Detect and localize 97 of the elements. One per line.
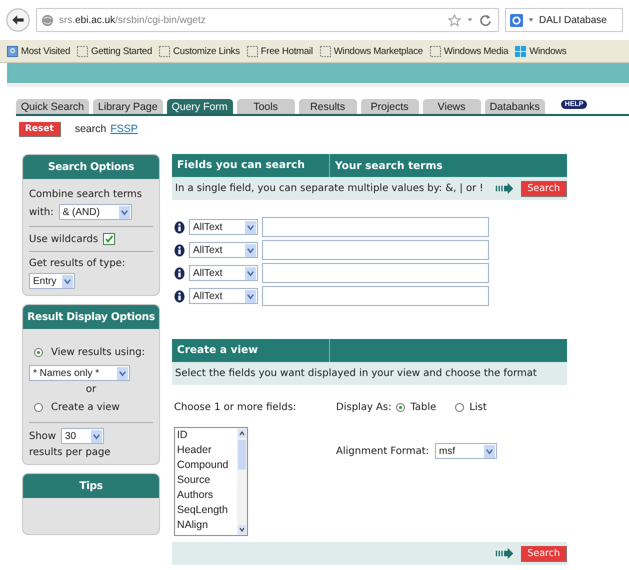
option-label: Combine search terms: [29, 189, 143, 200]
option-label: View results using:: [51, 347, 145, 358]
wildcards-checkbox[interactable]: [103, 233, 116, 245]
folder-icon: [7, 46, 18, 56]
hint-text: Select the fields you want displayed in your view and choose the format: [175, 368, 537, 379]
radio-button[interactable]: [34, 403, 43, 412]
chevron-down-icon[interactable]: [245, 244, 256, 256]
field-select[interactable]: AllText: [189, 242, 258, 258]
display-as-label: Display As:: [336, 402, 392, 413]
search-button[interactable]: Search: [521, 180, 567, 196]
option-label: Show: [29, 430, 56, 442]
field-select[interactable]: AllText: [189, 219, 258, 235]
arrow-icon: [495, 183, 516, 194]
view-select[interactable]: * Names only *: [29, 365, 130, 381]
list-option[interactable]: ID: [177, 428, 237, 443]
radio-button[interactable]: [455, 403, 464, 412]
option-label: Get results of type:: [29, 258, 126, 269]
page-icon: [77, 46, 88, 56]
search-label: search: [74, 123, 106, 135]
search-term-field[interactable]: [262, 240, 489, 260]
dropdown-icon[interactable]: [466, 16, 474, 24]
format-select[interactable]: msf: [435, 443, 498, 459]
scrollbar[interactable]: [237, 428, 247, 535]
dropdown-icon[interactable]: [527, 16, 535, 24]
arrow-icon: [495, 548, 516, 559]
info-icon[interactable]: [174, 290, 185, 302]
search-engine-icon[interactable]: [510, 14, 523, 26]
or-label: or: [84, 384, 98, 395]
nav-tab[interactable]: Views: [422, 99, 481, 114]
chevron-down-icon[interactable]: [90, 430, 102, 442]
page-icon: [159, 46, 170, 56]
panel-title: Result Display Options: [23, 305, 159, 329]
back-button[interactable]: [6, 8, 30, 32]
panel-title: Search Options: [23, 155, 159, 179]
result-type-select[interactable]: Entry: [29, 273, 75, 289]
list-option[interactable]: Header: [177, 443, 237, 458]
star-icon[interactable]: [448, 14, 461, 26]
chevron-down-icon[interactable]: [245, 220, 256, 234]
bookmark[interactable]: Free Hotmail: [246, 46, 313, 56]
page-icon: [320, 46, 331, 56]
list-option[interactable]: SeqLength: [177, 503, 237, 518]
url-text[interactable]: srs.ebi.ac.uk/srsbin/cgi-bin/wgetz: [59, 14, 206, 26]
info-icon[interactable]: [174, 266, 185, 280]
bookmark[interactable]: Windows Media: [430, 46, 508, 56]
search-term-field[interactable]: [262, 263, 489, 283]
page-icon: [430, 46, 441, 56]
alignment-label: Alignment Format:: [336, 446, 430, 456]
search-term-field[interactable]: [262, 286, 489, 306]
list-option[interactable]: Authors: [177, 488, 237, 503]
page-icon: [246, 46, 258, 56]
field-select[interactable]: AllText: [189, 288, 258, 304]
nav-tab[interactable]: Projects: [360, 99, 419, 114]
hint-text: In a single field, you can separate multiple values by: &, | or !: [175, 183, 484, 194]
combine-select[interactable]: & (AND): [58, 204, 132, 220]
globe-icon: [41, 14, 54, 26]
info-icon[interactable]: [174, 244, 185, 256]
bookmark[interactable]: Windows: [515, 46, 566, 56]
nav-tab[interactable]: Databanks: [484, 99, 545, 114]
info-icon[interactable]: [174, 220, 185, 234]
reset-button[interactable]: Reset: [19, 122, 61, 136]
nav-tab[interactable]: Query Form: [166, 99, 233, 114]
fields-listbox[interactable]: ID Header Compound Source Authors SeqLength NAlign: [174, 427, 248, 536]
radio-button[interactable]: [396, 403, 406, 412]
chevron-down-icon[interactable]: [118, 206, 130, 218]
bookmark[interactable]: Most Visited: [7, 46, 70, 56]
option-label: Create a view: [51, 402, 120, 413]
databank-link[interactable]: FSSP: [110, 123, 138, 135]
option-label: Table: [410, 402, 436, 413]
windows-icon: [515, 46, 526, 56]
radio-button[interactable]: [34, 348, 43, 357]
list-option[interactable]: NAlign: [177, 518, 237, 533]
nav-tab[interactable]: Quick Search: [16, 99, 90, 114]
chevron-down-icon[interactable]: [484, 444, 496, 458]
panel-title: Tips: [23, 474, 159, 498]
bookmark[interactable]: Windows Marketplace: [320, 46, 423, 56]
nav-tab[interactable]: Results: [298, 99, 357, 114]
search-button[interactable]: Search: [521, 546, 567, 562]
reload-icon[interactable]: [479, 14, 492, 26]
fields-label: Choose 1 or more fields:: [174, 402, 298, 413]
nav-tab[interactable]: Library Page: [93, 99, 163, 114]
column-header: Your search terms: [334, 160, 443, 172]
bookmark[interactable]: Customize Links: [159, 46, 240, 56]
bookmark[interactable]: Getting Started: [77, 46, 152, 56]
list-option[interactable]: Source: [177, 473, 237, 488]
search-term-field[interactable]: [262, 217, 489, 237]
chevron-down-icon[interactable]: [245, 290, 256, 302]
option-label: List: [469, 402, 487, 413]
list-option[interactable]: Compound: [177, 458, 237, 473]
chevron-down-icon[interactable]: [245, 266, 256, 280]
count-select[interactable]: 30: [60, 428, 104, 444]
option-label: with:: [29, 206, 54, 218]
chevron-down-icon[interactable]: [117, 366, 128, 380]
option-label: Use wildcards: [29, 234, 98, 244]
field-select[interactable]: AllText: [189, 265, 258, 281]
nav-tab[interactable]: Tools: [236, 99, 295, 114]
chevron-down-icon[interactable]: [62, 274, 73, 288]
option-label: results per page: [29, 447, 112, 458]
